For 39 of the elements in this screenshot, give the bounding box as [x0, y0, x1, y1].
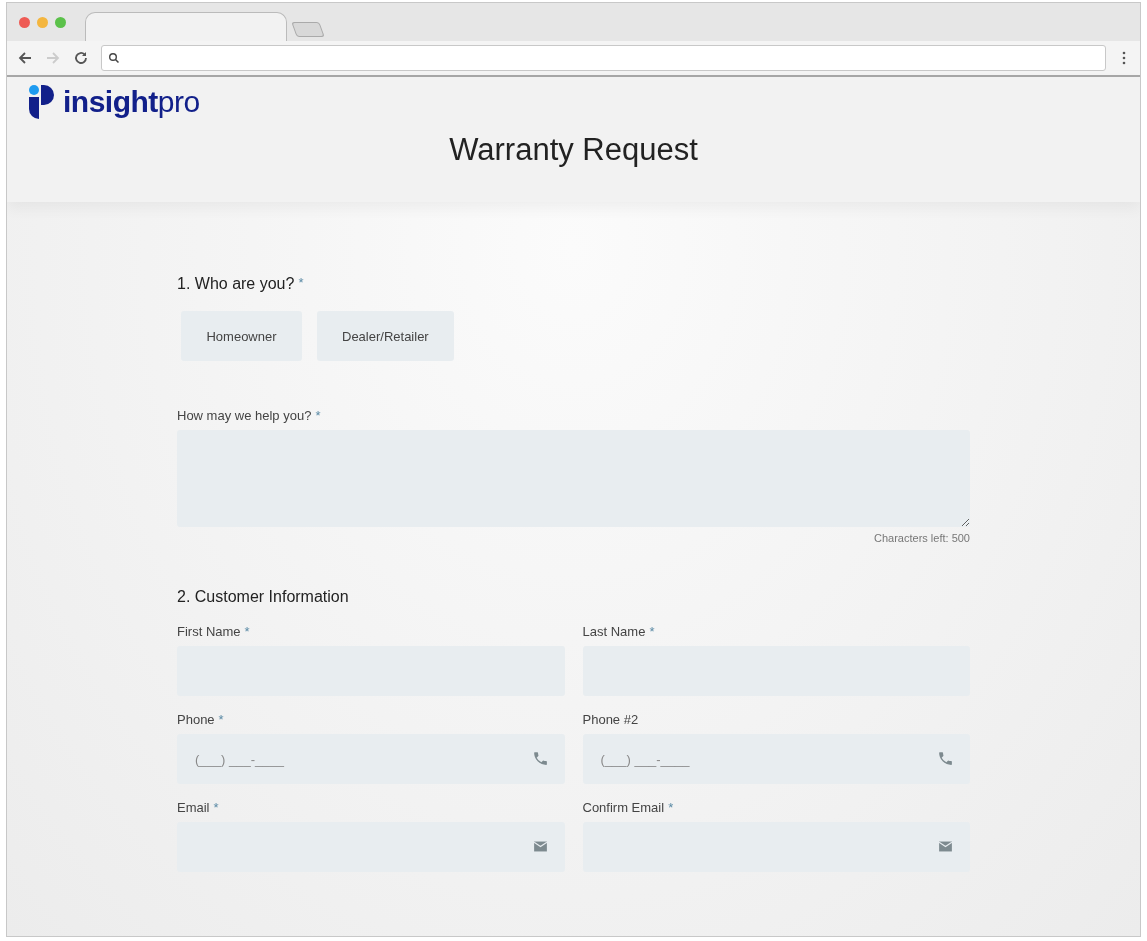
- message-textarea[interactable]: [177, 430, 970, 527]
- section-heading: 1. Who are you?: [177, 275, 295, 293]
- field-label: Last Name: [582, 624, 646, 639]
- field-label: Phone: [177, 712, 215, 727]
- field-label: Phone #2: [582, 712, 639, 727]
- required-mark: *: [244, 624, 250, 639]
- section-heading: 2. Customer Information: [177, 588, 349, 606]
- required-mark: *: [668, 800, 674, 815]
- required-mark: *: [649, 624, 655, 639]
- email-field[interactable]: [582, 822, 970, 872]
- address-bar[interactable]: [101, 45, 1106, 71]
- character-counter: Characters left: 500: [873, 532, 970, 544]
- required-mark: *: [298, 275, 304, 292]
- new-tab-button[interactable]: [291, 21, 325, 37]
- phone-field[interactable]: (___) ___-____: [582, 734, 970, 784]
- browser-tab[interactable]: [85, 12, 287, 41]
- required-mark: *: [315, 408, 321, 423]
- logo-icon: [29, 85, 55, 119]
- option-button[interactable]: Dealer/Retailer: [317, 311, 454, 361]
- page-title: Warranty Request: [448, 132, 699, 168]
- close-window-dot[interactable]: [19, 16, 30, 28]
- back-arrow-icon[interactable]: [17, 50, 33, 66]
- phone-field[interactable]: (___) ___-____: [177, 734, 565, 784]
- field-label: Email: [177, 800, 210, 815]
- forward-arrow-icon[interactable]: [45, 50, 61, 66]
- minimize-window-dot[interactable]: [37, 16, 48, 28]
- required-mark: *: [213, 800, 219, 815]
- field-label: First Name: [177, 624, 241, 639]
- maximize-window-dot[interactable]: [55, 16, 66, 28]
- required-mark: *: [218, 712, 224, 727]
- field-label: Confirm Email: [582, 800, 665, 815]
- logo-text: insightpro: [63, 85, 200, 119]
- field-label: How may we help you?: [177, 408, 312, 423]
- phone-icon: [937, 750, 954, 767]
- reload-icon[interactable]: [73, 50, 89, 66]
- phone-icon: [531, 750, 549, 767]
- menu-icon[interactable]: [1122, 51, 1126, 65]
- option-button[interactable]: Homeowner: [181, 311, 302, 361]
- email-field[interactable]: [177, 822, 565, 872]
